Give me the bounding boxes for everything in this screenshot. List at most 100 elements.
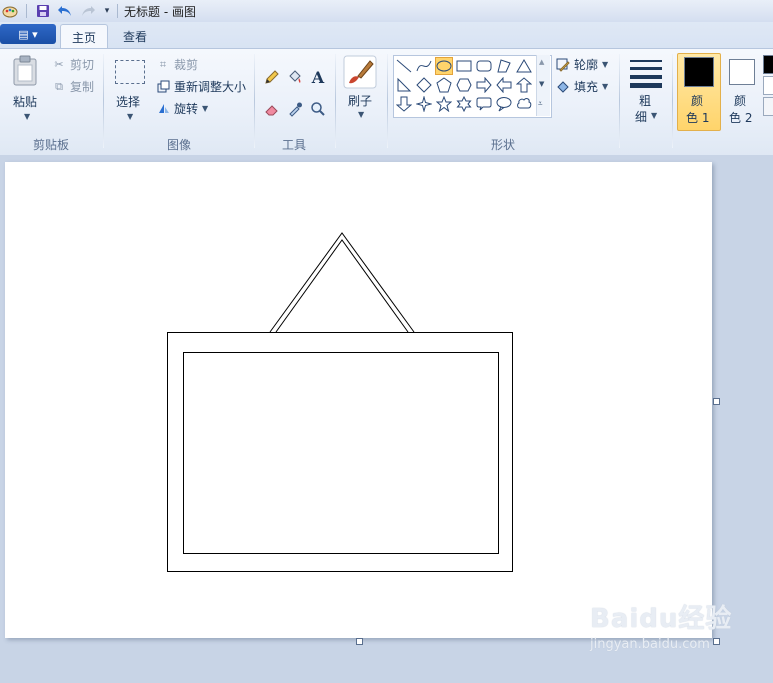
color-2-label-line2: 色 2 — [729, 111, 753, 125]
watermark-url: jingyan.baidu.com — [590, 637, 710, 652]
tab-home[interactable]: 主页 — [60, 24, 108, 49]
size-button[interactable]: 粗 细 ▼ — [627, 56, 665, 126]
triangle-shape-icon[interactable] — [515, 57, 533, 75]
copy-label: 复制 — [70, 80, 95, 94]
fill-bucket-icon[interactable] — [284, 66, 306, 88]
oval-callout-shape-icon[interactable] — [495, 95, 513, 113]
outline-button[interactable]: 轮廓 ▼ — [556, 56, 608, 73]
baidu-watermark: Baidu经验 jingyan.baidu.com — [590, 598, 732, 652]
outline-label: 轮廓 — [574, 58, 599, 72]
text-tool-icon[interactable]: A — [307, 66, 329, 88]
down-arrow-shape-icon[interactable] — [395, 95, 413, 113]
magnifier-icon[interactable] — [307, 98, 329, 120]
color-1-label-line1: 颜 — [691, 94, 704, 108]
rounded-rectangle-shape-icon[interactable] — [475, 57, 493, 75]
diamond-shape-icon[interactable] — [415, 76, 433, 94]
window-title: 无标题 - 画图 — [124, 5, 196, 19]
rotate-button[interactable]: 旋转 ▼ — [156, 100, 208, 117]
select-button[interactable]: 选择 ▼ — [113, 58, 147, 122]
drawing-canvas[interactable] — [5, 162, 712, 638]
resize-icon — [156, 80, 170, 94]
outline-pen-icon — [556, 58, 570, 72]
tab-view[interactable]: 查看 — [112, 24, 158, 48]
crop-button[interactable]: ⌗ 裁剪 — [156, 56, 198, 73]
cut-label: 剪切 — [70, 58, 95, 72]
undo-icon[interactable] — [57, 3, 73, 19]
four-point-star-shape-icon[interactable] — [415, 95, 433, 113]
group-separator — [254, 54, 255, 148]
palette-color-black[interactable] — [763, 55, 773, 74]
shapes-grid — [395, 57, 535, 115]
color-picker-icon[interactable] — [284, 98, 306, 120]
crop-label: 裁剪 — [174, 58, 199, 72]
fill-bucket-small-icon — [556, 80, 570, 94]
brushes-label: 刷子 — [348, 94, 373, 108]
line-shape-icon[interactable] — [395, 57, 413, 75]
canvas-resize-handle-right[interactable] — [713, 398, 720, 405]
hanging-string-outer — [269, 232, 415, 333]
resize-button[interactable]: 重新调整大小 — [156, 78, 246, 95]
select-rectangle-icon — [115, 60, 145, 84]
tools-group-label: 工具 — [281, 138, 306, 152]
group-separator — [103, 54, 104, 148]
pentagon-shape-icon[interactable] — [435, 76, 453, 94]
group-separator — [672, 54, 673, 148]
canvas-resize-handle-bottom[interactable] — [356, 638, 363, 645]
title-bar — [0, 0, 773, 23]
paste-button[interactable]: 粘贴 ▼ — [11, 55, 43, 121]
right-arrow-shape-icon[interactable] — [475, 76, 493, 94]
right-triangle-shape-icon[interactable] — [395, 76, 413, 94]
shapes-group-label: 形状 — [490, 138, 515, 152]
rectangle-shape-icon[interactable] — [455, 57, 473, 75]
scroll-up-icon[interactable]: ▲ — [539, 58, 544, 66]
palette-color-empty[interactable] — [763, 97, 773, 116]
rotate-label: 旋转 — [174, 102, 199, 116]
copy-button[interactable]: ⧉ 复制 — [52, 78, 94, 95]
color-2-swatch — [729, 59, 755, 85]
paste-dropdown-icon: ▼ — [24, 112, 31, 121]
brushes-button[interactable]: 刷子 ▼ — [343, 55, 379, 121]
size-label-line2: 细 — [635, 110, 648, 124]
fill-button[interactable]: 填充 ▼ — [556, 78, 608, 95]
color-1-swatch — [684, 57, 714, 87]
polygon-shape-icon[interactable] — [495, 57, 513, 75]
eraser-icon[interactable] — [261, 98, 283, 120]
color-1-label-line2: 色 1 — [686, 111, 710, 125]
file-menu-button[interactable]: ▤ ▾ — [0, 24, 56, 44]
scissors-icon: ✂ — [54, 58, 64, 71]
save-icon[interactable] — [35, 3, 51, 19]
clipboard-group-label: 剪贴板 — [32, 138, 69, 152]
cut-button[interactable]: ✂ 剪切 — [52, 56, 94, 73]
shapes-scrollbar[interactable]: ▲ ▼ ⩡ — [536, 55, 550, 116]
customize-quick-access-icon[interactable]: ▾ — [99, 3, 115, 19]
left-arrow-shape-icon[interactable] — [495, 76, 513, 94]
redo-icon[interactable] — [80, 3, 96, 19]
select-dropdown-icon: ▼ — [127, 112, 134, 121]
hanging-string-inner — [275, 239, 409, 333]
curve-shape-icon[interactable] — [415, 57, 433, 75]
line-width-icon — [630, 58, 662, 88]
cloud-callout-shape-icon[interactable] — [515, 95, 533, 113]
copy-icon: ⧉ — [55, 79, 63, 93]
group-separator — [387, 54, 388, 148]
pencil-icon[interactable] — [261, 66, 283, 88]
fill-label: 填充 — [574, 80, 599, 94]
paint-app-icon[interactable] — [2, 3, 18, 19]
scroll-down-icon[interactable]: ▼ — [539, 80, 544, 88]
frame-inner-rectangle — [183, 352, 499, 554]
six-point-star-shape-icon[interactable] — [455, 95, 473, 113]
rounded-callout-shape-icon[interactable] — [475, 95, 493, 113]
five-point-star-shape-icon[interactable] — [435, 95, 453, 113]
up-arrow-shape-icon[interactable] — [515, 76, 533, 94]
gallery-expand-icon[interactable]: ⩡ — [538, 99, 543, 109]
size-label-line1: 粗 — [639, 94, 652, 108]
select-label: 选择 — [116, 95, 141, 109]
hexagon-shape-icon[interactable] — [455, 76, 473, 94]
clipboard-icon — [13, 55, 37, 86]
quick-access-separator — [26, 4, 27, 18]
palette-color-white[interactable] — [763, 76, 773, 95]
crop-icon: ⌗ — [159, 57, 167, 71]
drawing — [167, 232, 513, 572]
size-dropdown-icon: ▼ — [651, 111, 658, 120]
oval-shape-icon[interactable] — [435, 57, 453, 75]
